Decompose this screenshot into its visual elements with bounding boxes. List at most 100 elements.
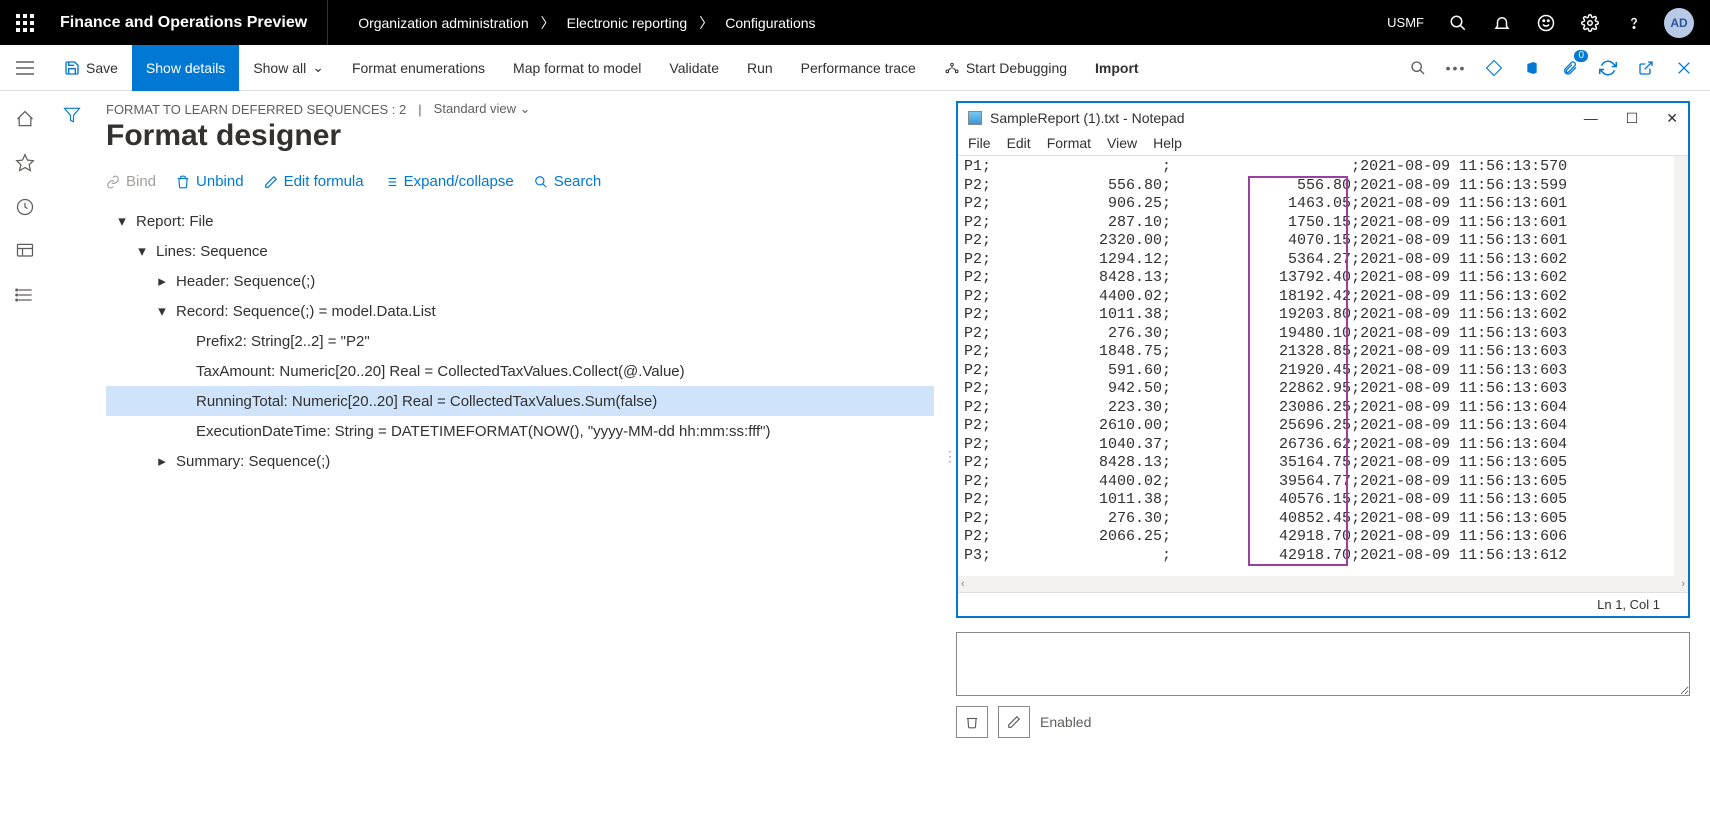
import-button[interactable]: Import — [1081, 45, 1153, 91]
map-format-button[interactable]: Map format to model — [499, 45, 655, 91]
diamond-icon[interactable] — [1478, 52, 1510, 84]
performance-trace-button[interactable]: Performance trace — [787, 45, 930, 91]
notepad-menubar: File Edit Format View Help — [958, 133, 1688, 156]
unbind-button[interactable]: Unbind — [176, 173, 244, 190]
maximize-icon[interactable]: ☐ — [1626, 110, 1639, 127]
page-caption-row: FORMAT TO LEARN DEFERRED SEQUENCES : 2 |… — [94, 101, 934, 119]
recent-icon[interactable] — [13, 195, 37, 219]
search-icon[interactable] — [1438, 0, 1478, 45]
bell-icon[interactable] — [1482, 0, 1522, 45]
breadcrumb-item[interactable]: Organization administration — [358, 15, 528, 31]
star-icon[interactable] — [13, 151, 37, 175]
refresh-icon[interactable] — [1592, 52, 1624, 84]
minimize-icon[interactable]: — — [1584, 110, 1598, 127]
show-all-button[interactable]: Show all⌄ — [239, 45, 338, 91]
tree-node-selected[interactable]: RunningTotal: Numeric[20..20] Real = Col… — [106, 386, 934, 416]
more-icon[interactable]: ••• — [1440, 52, 1472, 84]
popout-icon[interactable] — [1630, 52, 1662, 84]
right-pane: SampleReport (1).txt - Notepad — ☐ ✕ Fil… — [956, 91, 1710, 821]
filter-column — [50, 91, 94, 821]
list-icon — [384, 175, 398, 189]
gear-icon[interactable] — [1570, 0, 1610, 45]
entity-label[interactable]: USMF — [1377, 15, 1434, 30]
save-label: Save — [86, 60, 118, 76]
scroll-left-icon[interactable]: ‹ — [958, 578, 968, 590]
avatar[interactable]: AD — [1664, 8, 1694, 38]
caret-down-icon: ▾ — [114, 212, 130, 230]
notepad-titlebar[interactable]: SampleReport (1).txt - Notepad — ☐ ✕ — [958, 103, 1688, 133]
breadcrumb-item[interactable]: Configurations — [725, 15, 815, 31]
tree-node[interactable]: TaxAmount: Numeric[20..20] Real = Collec… — [106, 356, 934, 386]
search-button[interactable]: Search — [534, 173, 602, 190]
modules-icon[interactable] — [13, 283, 37, 307]
scroll-right-icon[interactable]: › — [1678, 578, 1688, 590]
menu-file[interactable]: File — [968, 135, 991, 151]
enabled-label: Enabled — [1040, 714, 1091, 730]
scrollbar-vertical[interactable] — [1674, 156, 1688, 576]
notepad-statusbar: Ln 1, Col 1 — [958, 592, 1688, 616]
notepad-content[interactable]: P1; ; ;2021-08-09 11:56:13:570 P2; 556.8… — [958, 156, 1688, 576]
trash-icon — [965, 715, 979, 729]
description-textarea[interactable] — [956, 632, 1690, 696]
splitter[interactable]: ⋮ — [944, 91, 956, 821]
search-icon — [534, 175, 548, 189]
notepad-icon — [968, 111, 982, 125]
search-icon[interactable] — [1402, 52, 1434, 84]
office-icon[interactable] — [1516, 52, 1548, 84]
bind-button[interactable]: Bind — [106, 173, 156, 190]
smile-icon[interactable] — [1526, 0, 1566, 45]
expand-collapse-button[interactable]: Expand/collapse — [384, 173, 514, 190]
breadcrumb-item[interactable]: Electronic reporting — [567, 15, 688, 31]
edit-button[interactable] — [998, 706, 1030, 738]
page-caption: FORMAT TO LEARN DEFERRED SEQUENCES : 2 — [106, 102, 406, 117]
menu-help[interactable]: Help — [1153, 135, 1182, 151]
scrollbar-horizontal[interactable] — [968, 577, 1679, 591]
menu-format[interactable]: Format — [1047, 135, 1091, 151]
link-icon — [106, 175, 120, 189]
left-pane: FORMAT TO LEARN DEFERRED SEQUENCES : 2 |… — [94, 91, 944, 821]
workspace-icon[interactable] — [13, 239, 37, 263]
pencil-icon — [1007, 715, 1021, 729]
tree-node[interactable]: ▾Report: File — [106, 206, 934, 236]
chevron-down-icon: ⌄ — [520, 101, 531, 116]
tree-node[interactable]: ▸Header: Sequence(;) — [106, 266, 934, 296]
save-icon — [64, 60, 80, 76]
help-icon[interactable] — [1614, 0, 1654, 45]
topbar: Finance and Operations Preview Organizat… — [0, 0, 1710, 45]
caret-down-icon: ▾ — [154, 302, 170, 320]
close-icon[interactable]: ✕ — [1666, 110, 1678, 127]
view-selector[interactable]: Standard view ⌄ — [434, 101, 531, 117]
app-launcher-icon[interactable] — [0, 0, 50, 45]
menu-edit[interactable]: Edit — [1007, 135, 1031, 151]
format-enumerations-button[interactable]: Format enumerations — [338, 45, 499, 91]
save-button[interactable]: Save — [50, 45, 132, 91]
show-details-button[interactable]: Show details — [132, 45, 239, 91]
hamburger-icon[interactable] — [0, 45, 50, 91]
tree-node[interactable]: Prefix2: String[2..2] = "P2" — [106, 326, 934, 356]
menu-view[interactable]: View — [1107, 135, 1137, 151]
left-nav — [0, 91, 50, 821]
start-debugging-button[interactable]: Start Debugging — [930, 45, 1081, 91]
edit-formula-button[interactable]: Edit formula — [264, 173, 364, 190]
format-tree: ▾Report: File ▾Lines: Sequence ▸Header: … — [94, 200, 934, 476]
actionbar: Save Show details Show all⌄ Format enume… — [0, 45, 1710, 91]
chevron-right-icon: 〉 — [699, 13, 713, 33]
delete-button[interactable] — [956, 706, 988, 738]
caret-right-icon: ▸ — [154, 272, 170, 290]
home-icon[interactable] — [13, 107, 37, 131]
close-icon[interactable] — [1668, 52, 1700, 84]
caption-sep: | — [418, 102, 421, 117]
layout: FORMAT TO LEARN DEFERRED SEQUENCES : 2 |… — [0, 91, 1710, 821]
trash-icon — [176, 175, 190, 189]
breadcrumb: Organization administration 〉 Electronic… — [328, 13, 1377, 33]
tree-node[interactable]: ▾Lines: Sequence — [106, 236, 934, 266]
attach-icon[interactable]: 0 — [1554, 52, 1586, 84]
filter-icon[interactable] — [60, 103, 84, 127]
main: FORMAT TO LEARN DEFERRED SEQUENCES : 2 |… — [94, 91, 1710, 821]
tree-node[interactable]: ExecutionDateTime: String = DATETIMEFORM… — [106, 416, 934, 446]
tree-node[interactable]: ▸Summary: Sequence(;) — [106, 446, 934, 476]
validate-button[interactable]: Validate — [655, 45, 733, 91]
run-button[interactable]: Run — [733, 45, 787, 91]
tree-node[interactable]: ▾Record: Sequence(;) = model.Data.List — [106, 296, 934, 326]
chevron-right-icon: 〉 — [541, 13, 555, 33]
